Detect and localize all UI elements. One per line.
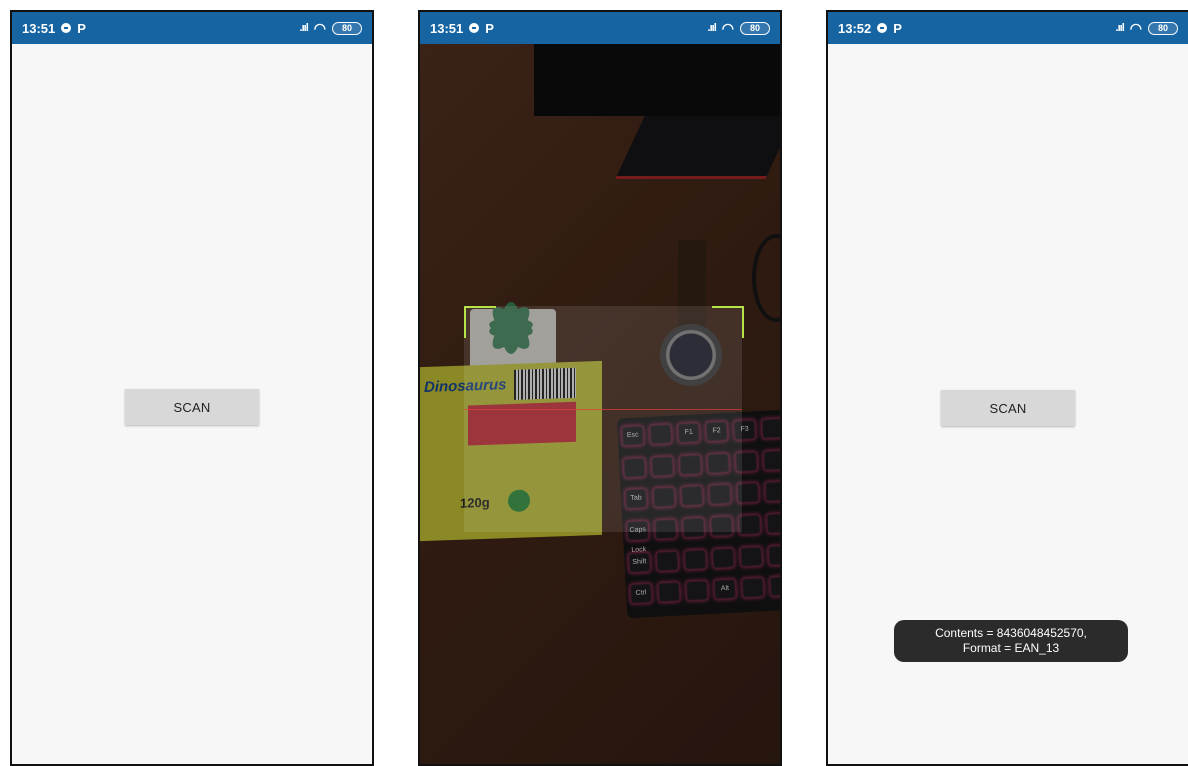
wifi-icon: ◠ — [313, 19, 326, 36]
signal-icon: .ııl — [1115, 22, 1125, 34]
status-time: 13:51 — [22, 20, 56, 36]
battery-icon: 80 — [332, 21, 362, 35]
parking-notification-icon: P — [893, 20, 902, 36]
status-time: 13:51 — [430, 20, 464, 36]
status-bar: 13:51 P .ııl ◠ 80 — [420, 12, 780, 44]
toast-format-text: Format = EAN_13 — [962, 641, 1060, 655]
parking-notification-icon: P — [77, 20, 86, 36]
scan-viewfinder — [464, 306, 742, 532]
phone-screen-main: 13:51 P .ııl ◠ 80 SCAN — [10, 10, 374, 766]
signal-icon: .ııl — [707, 22, 717, 34]
wifi-icon: ◠ — [721, 19, 734, 36]
app-content: SCAN — [12, 44, 372, 764]
scan-button[interactable]: SCAN — [125, 389, 259, 425]
status-bar: 13:52 P .ııl ◠ 80 — [828, 12, 1188, 44]
toast-contents-text: Contents = 8436048452570, — [935, 626, 1087, 640]
app-content: SCAN Contents = 8436048452570, Format = … — [828, 44, 1188, 764]
viewfinder-corner — [464, 306, 496, 338]
messenger-notification-icon — [61, 23, 72, 33]
wifi-icon: ◠ — [1129, 19, 1142, 36]
parking-notification-icon: P — [485, 20, 494, 36]
messenger-notification-icon — [877, 23, 888, 33]
battery-icon: 80 — [740, 21, 770, 35]
scan-button[interactable]: SCAN — [941, 390, 1075, 426]
signal-icon: .ııl — [299, 22, 309, 34]
camera-preview: Dinosaurus 120g Esc F1 F2 F3 Tab Caps Lo… — [420, 44, 780, 764]
phone-screen-result: 13:52 P .ııl ◠ 80 SCAN Contents = 843604… — [826, 10, 1188, 766]
battery-icon: 80 — [1148, 21, 1178, 35]
status-time: 13:52 — [838, 20, 872, 36]
status-bar: 13:51 P .ııl ◠ 80 — [12, 12, 372, 44]
phone-screen-camera: 13:51 P .ııl ◠ 80 Dinosaurus 120g Esc F1… — [418, 10, 782, 766]
result-toast: Contents = 8436048452570, Format = EAN_1… — [894, 620, 1128, 662]
messenger-notification-icon — [469, 23, 480, 33]
viewfinder-corner — [712, 306, 744, 338]
scanner-laser-line — [464, 409, 742, 410]
